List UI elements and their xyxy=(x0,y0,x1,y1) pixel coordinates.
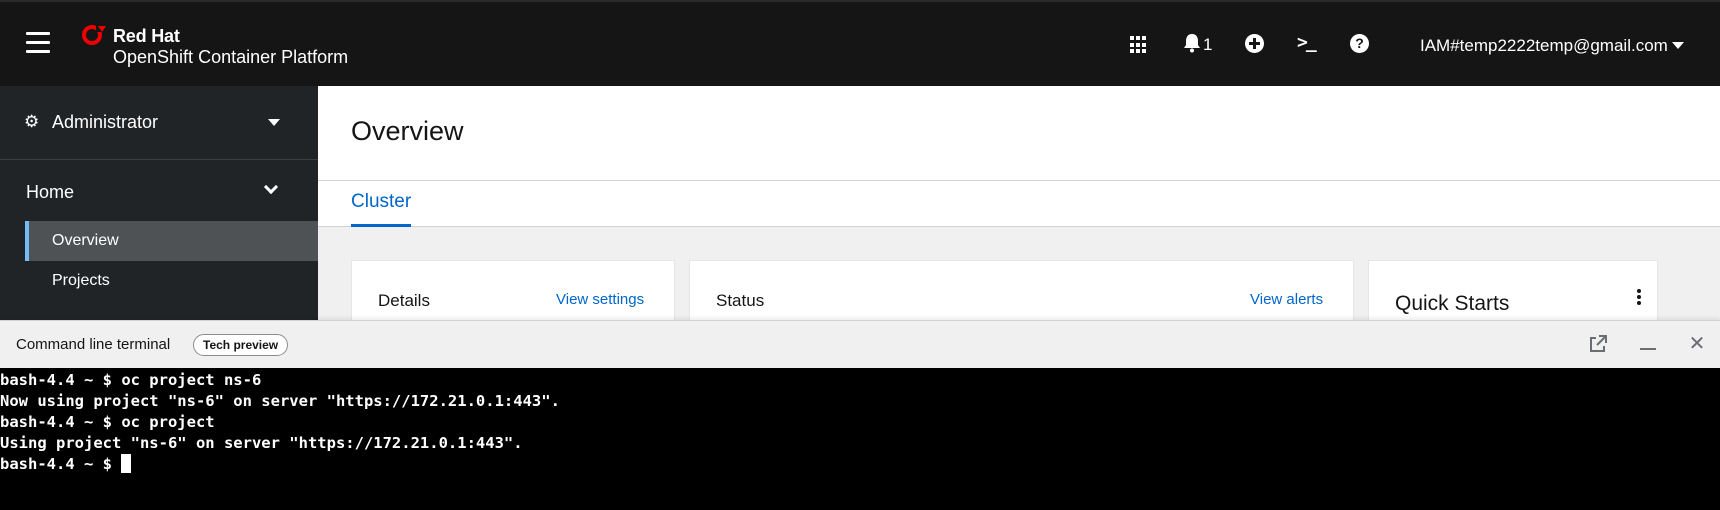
user-menu[interactable]: IAM#temp2222temp@gmail.com xyxy=(1420,36,1684,56)
tab-bar: Cluster xyxy=(318,181,1720,227)
caret-down-icon xyxy=(268,119,280,126)
redhat-logo-icon xyxy=(82,24,106,45)
sidebar-item-projects[interactable]: Projects xyxy=(25,261,318,301)
user-name: IAM#temp2222temp@gmail.com xyxy=(1420,36,1668,55)
close-icon[interactable]: ✕ xyxy=(1686,333,1708,355)
status-card: Status View alerts xyxy=(689,260,1354,320)
perspective-label: Administrator xyxy=(52,112,159,132)
menu-icon[interactable] xyxy=(26,32,50,54)
brand-company: Red Hat xyxy=(113,26,180,46)
view-settings-link[interactable]: View settings xyxy=(556,291,644,308)
app-launcher-icon[interactable] xyxy=(1130,36,1148,54)
terminal-drawer-header[interactable]: Command line terminal Tech preview ✕ xyxy=(0,320,1720,368)
page-title: Overview xyxy=(351,116,464,146)
terminal-cursor xyxy=(121,454,132,473)
details-card: Details View settings xyxy=(351,260,675,320)
page-header: Overview xyxy=(318,86,1720,181)
card-title: Quick Starts xyxy=(1395,292,1510,315)
terminal-drawer-title: Command line terminal xyxy=(16,336,171,353)
quick-starts-card: Quick Starts xyxy=(1368,260,1658,320)
help-icon[interactable]: ? xyxy=(1350,34,1369,53)
sidebar: ⚙ Administrator Home Overview Projects xyxy=(0,86,318,320)
card-title: Details xyxy=(378,291,430,310)
terminal-prompt-line: bash-4.4 ~ $ xyxy=(0,454,1720,475)
perspective-switcher[interactable]: ⚙ Administrator xyxy=(0,86,318,160)
notification-count[interactable]: 1 xyxy=(1203,35,1212,55)
terminal-prompt: bash-4.4 ~ $ xyxy=(0,455,122,473)
kebab-menu-icon[interactable] xyxy=(1633,289,1645,309)
terminal-output[interactable]: bash-4.4 ~ $ oc project ns-6 Now using p… xyxy=(0,368,1720,510)
terminal-line: bash-4.4 ~ $ oc project ns-6 xyxy=(0,371,262,389)
brand-product: OpenShift Container Platform xyxy=(113,47,349,67)
main-content: Overview Cluster Details View settings S… xyxy=(318,86,1720,320)
terminal-line: Using project "ns-6" on server "https://… xyxy=(0,434,523,452)
sidebar-item-label: Projects xyxy=(52,272,110,289)
sidebar-item-overview[interactable]: Overview xyxy=(25,221,318,261)
tab-cluster[interactable]: Cluster xyxy=(351,181,412,227)
card-title: Status xyxy=(716,291,765,310)
nav-section-label: Home xyxy=(26,182,75,202)
cogs-icon: ⚙ xyxy=(24,112,40,131)
view-alerts-link[interactable]: View alerts xyxy=(1250,291,1323,308)
terminal-icon[interactable]: >_ xyxy=(1297,32,1317,53)
nav-section-home[interactable]: Home xyxy=(0,174,318,210)
tech-preview-badge: Tech preview xyxy=(193,334,289,356)
minimize-icon[interactable] xyxy=(1637,333,1659,355)
bell-icon[interactable] xyxy=(1183,33,1201,53)
caret-down-icon xyxy=(1671,42,1684,49)
terminal-line: bash-4.4 ~ $ oc project xyxy=(0,413,215,431)
terminal-line: Now using project "ns-6" on server "http… xyxy=(0,392,560,410)
external-link-icon[interactable] xyxy=(1587,333,1609,355)
plus-circle-icon[interactable] xyxy=(1245,34,1264,53)
sidebar-item-label: Overview xyxy=(52,232,119,249)
chevron-down-icon xyxy=(263,179,279,195)
masthead: Red Hat OpenShift Container Platform 1 >… xyxy=(0,0,1720,86)
